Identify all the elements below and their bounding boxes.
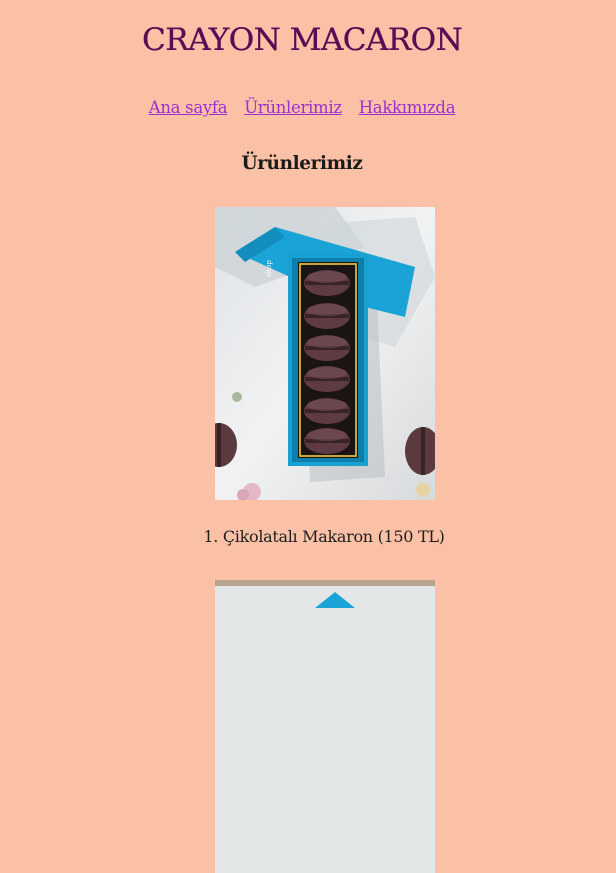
nav-link-products[interactable]: Ürünlerimiz [244, 98, 342, 117]
products-heading: Ürünlerimiz [241, 153, 363, 174]
nav-link-home[interactable]: Ana sayfa [149, 98, 228, 117]
nav-link-about[interactable]: Hakkımızda [359, 98, 456, 117]
product-card: shop [215, 207, 435, 500]
product-image [215, 580, 435, 873]
svg-text:shop: shop [265, 260, 273, 277]
product-caption: 1. Çikolatalı Makaron (150 TL) [203, 527, 445, 546]
product-card [215, 580, 435, 873]
main-nav: Ana sayfa Ürünlerimiz Hakkımızda [0, 98, 604, 117]
site-title: CRAYON MACARON [141, 22, 463, 58]
product-image: shop [215, 207, 435, 500]
